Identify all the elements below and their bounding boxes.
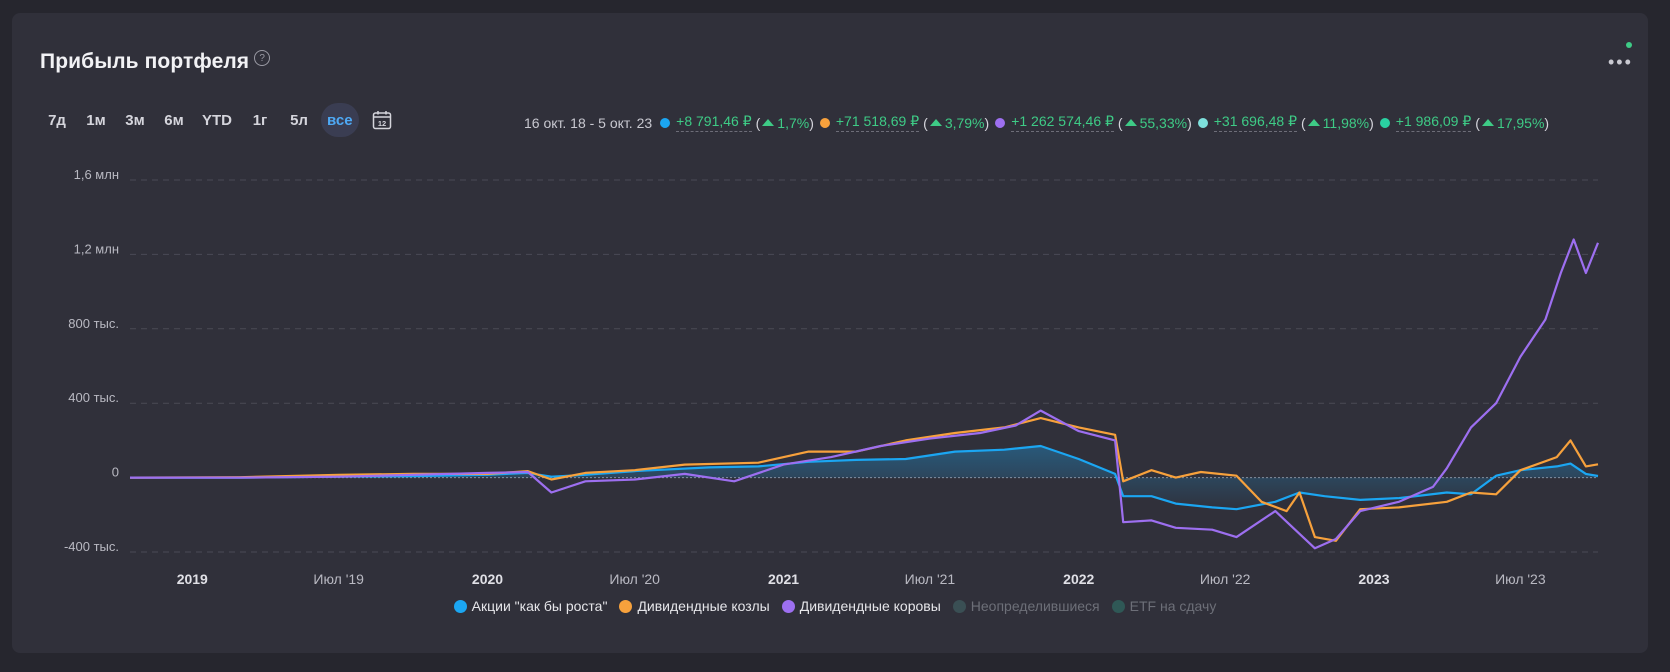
y-tick-label: -400 тыс.	[64, 539, 119, 554]
x-tick-label: Июл '20	[609, 571, 660, 587]
legend-item-etf[interactable]: ETF на сдачу	[1111, 598, 1217, 614]
y-tick-label: 400 тыс.	[68, 390, 119, 405]
y-tick-label: 0	[112, 465, 119, 480]
legend-label: Дивидендные коровы	[799, 598, 941, 614]
x-tick-label: 2020	[472, 571, 503, 587]
legend-marker	[952, 599, 966, 613]
y-tick-label: 1,2 млн	[74, 241, 119, 256]
legend-label: Неопределившиеся	[970, 598, 1100, 614]
legend-item-growth-stocks[interactable]: Акции "как бы роста"	[453, 598, 608, 614]
legend-item-dividend-cows[interactable]: Дивидендные коровы	[781, 598, 941, 614]
x-tick-label: Июл '22	[1200, 571, 1251, 587]
y-tick-label: 1,6 млн	[74, 167, 119, 182]
legend-marker	[781, 599, 795, 613]
x-tick-label: 2019	[177, 571, 208, 587]
x-tick-label: 2023	[1358, 571, 1389, 587]
legend-label: Акции "как бы роста"	[471, 598, 608, 614]
legend-marker	[619, 599, 633, 613]
legend-marker	[453, 599, 467, 613]
profit-line-chart: 1,6 млн 1,2 млн 800 тыс. 400 тыс. 0 -400 тыс.…	[64, 167, 1600, 587]
x-tick-label: Июл '23	[1495, 571, 1546, 587]
series-line-2[interactable]	[130, 238, 1600, 550]
x-tick-label: 2022	[1063, 571, 1094, 587]
chart-legend: Акции "как бы роста" Дивидендные козлы Д…	[0, 598, 1670, 614]
y-tick-label: 800 тыс.	[68, 316, 119, 331]
legend-label: Дивидендные козлы	[637, 598, 770, 614]
legend-marker	[1111, 599, 1125, 613]
legend-label: ETF на сдачу	[1129, 598, 1217, 614]
legend-item-dividend-goats[interactable]: Дивидендные козлы	[619, 598, 770, 614]
legend-item-undecided[interactable]: Неопределившиеся	[952, 598, 1100, 614]
x-tick-label: Июл '21	[905, 571, 956, 587]
x-tick-label: 2021	[768, 571, 799, 587]
x-tick-label: Июл '19	[313, 571, 364, 587]
